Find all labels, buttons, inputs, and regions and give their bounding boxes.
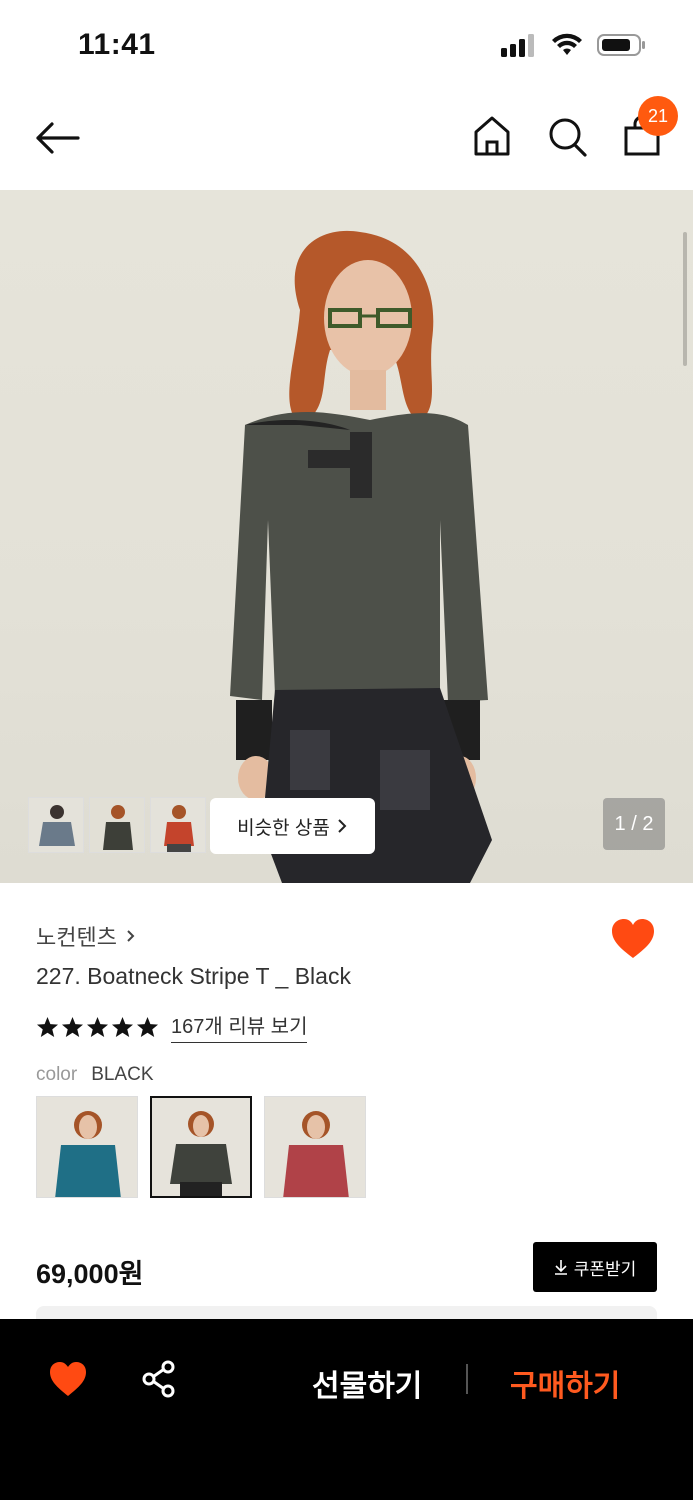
similar-products-button[interactable]: 비슷한 상품 (210, 798, 375, 854)
star-icon (111, 1016, 134, 1037)
brand-link[interactable]: 노컨텐츠 (36, 920, 137, 952)
chevron-right-icon (127, 930, 135, 942)
gallery-thumbnails (28, 797, 206, 853)
product-image-gallery[interactable]: 비슷한 상품 1 / 2 (0, 190, 693, 883)
cart-count-badge: 21 (638, 96, 678, 136)
status-icons (501, 33, 647, 57)
scroll-indicator[interactable] (683, 232, 687, 366)
coupon-download-button[interactable]: 쿠폰받기 (533, 1242, 657, 1292)
star-icon (61, 1016, 84, 1037)
action-divider (466, 1364, 468, 1394)
status-time: 11:41 (78, 28, 156, 61)
favorite-heart-icon[interactable] (610, 917, 656, 961)
favorite-heart-icon[interactable] (48, 1360, 88, 1398)
status-bar: 11:41 (0, 0, 693, 92)
color-swatches (36, 1096, 366, 1198)
color-swatch-blue[interactable] (36, 1096, 138, 1198)
star-icon (36, 1016, 59, 1037)
home-icon[interactable] (470, 112, 514, 160)
thumbnail-3[interactable] (150, 797, 206, 853)
product-price: 69,000원 (36, 1259, 144, 1289)
buy-button[interactable]: 구매하기 (510, 1361, 620, 1405)
star-icon (86, 1016, 109, 1037)
color-swatch-red[interactable] (264, 1096, 366, 1198)
star-icon (136, 1016, 159, 1037)
rating-row: 167개 리뷰 보기 (36, 1010, 308, 1043)
brand-name: 노컨텐츠 (36, 925, 117, 950)
thumbnail-2[interactable] (89, 797, 145, 853)
back-arrow-icon[interactable] (32, 114, 84, 162)
similar-products-label: 비슷한 상품 (237, 817, 330, 839)
rating-stars (36, 1016, 159, 1038)
image-page-counter: 1 / 2 (603, 798, 665, 850)
bottom-action-bar: 선물하기 구매하기 (0, 1319, 693, 1500)
thumbnail-1[interactable] (28, 797, 84, 853)
color-row: color BLACK (36, 1064, 154, 1086)
top-nav (0, 92, 693, 190)
next-section-peek (36, 1306, 657, 1320)
product-photo (230, 230, 492, 883)
wifi-icon (552, 33, 582, 55)
gift-button[interactable]: 선물하기 (312, 1361, 422, 1405)
review-link[interactable]: 167개 리뷰 보기 (171, 1010, 308, 1043)
chevron-right-icon (338, 819, 347, 833)
coupon-label: 쿠폰받기 (573, 1259, 637, 1279)
download-icon (554, 1260, 567, 1275)
cellular-signal-icon (501, 34, 534, 57)
color-swatch-black[interactable] (150, 1096, 252, 1198)
share-icon[interactable] (140, 1360, 178, 1398)
search-icon[interactable] (545, 112, 589, 160)
battery-icon (597, 34, 645, 56)
color-label: color (36, 1064, 78, 1085)
product-title: 227. Boatneck Stripe T _ Black (36, 963, 351, 989)
color-value: BLACK (91, 1064, 154, 1085)
